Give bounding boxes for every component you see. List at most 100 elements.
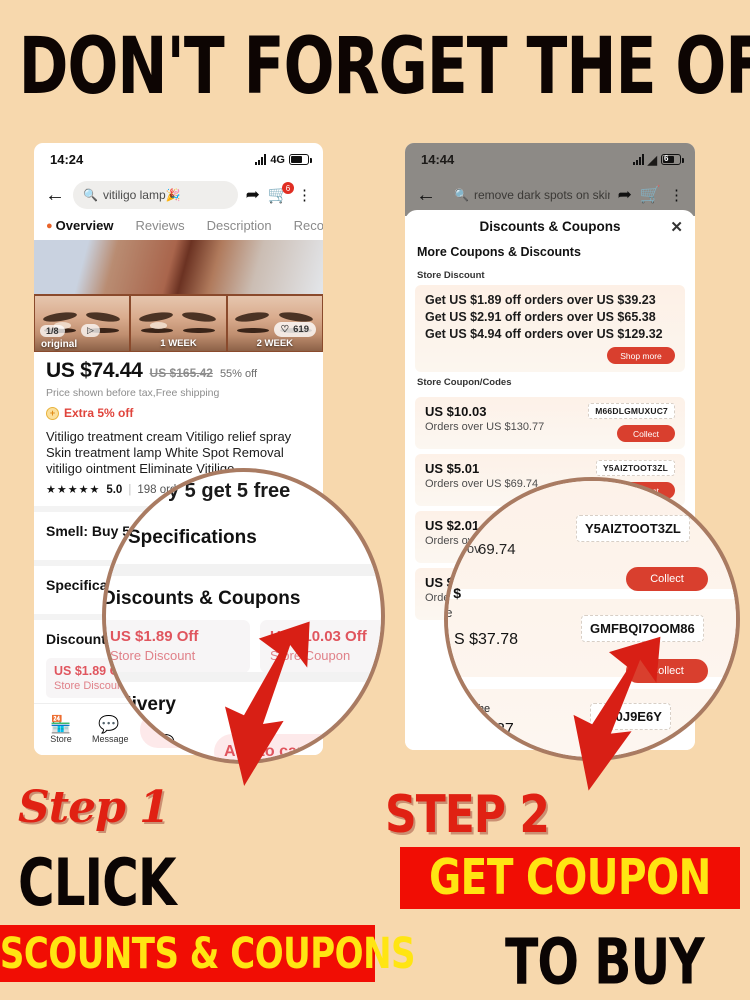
step1-banner-text: DISCOUNTS & COUPONS — [0, 928, 416, 979]
cart-icon[interactable]: 🛒 6 — [268, 182, 294, 205]
step1-label: Step 1 — [18, 782, 170, 833]
offer-line: Get US $1.89 off orders over US $39.23 — [425, 293, 656, 307]
share-icon[interactable]: ➦ — [246, 185, 260, 205]
search-value: vitiligo lamp🎉 — [102, 188, 181, 202]
battery-icon — [289, 154, 312, 165]
message-button[interactable]: 💬 Message — [92, 715, 129, 744]
step2-action: TO BUY — [505, 925, 705, 1000]
signal-icon — [255, 154, 267, 165]
product-title: Vitiligo treatment cream Vitiligo relief… — [46, 429, 292, 476]
gallery-week2-label: 2 WEEK — [256, 338, 294, 349]
location-pin-icon: ◎ — [349, 702, 363, 719]
likes-count: 619 — [293, 324, 309, 335]
message-label: Message — [92, 733, 129, 744]
coupon-code[interactable]: M66DLGMUXUC7 — [588, 403, 675, 419]
store-discount-card: Get US $1.89 off orders over US $39.23 G… — [415, 285, 685, 372]
heart-icon: ♡ — [280, 324, 290, 335]
battery-icon: 6 — [661, 154, 684, 165]
store-discount-section-label: Store Discount — [417, 270, 485, 281]
star-rating-icon: ★★★★★ — [46, 484, 101, 496]
step2-label: STEP 2 — [385, 785, 550, 846]
magnified-orders-partial: de — [445, 605, 453, 620]
gallery-thumb-week1[interactable]: 1 WEEK — [130, 294, 227, 352]
search-input[interactable]: 🔍 remove dark spots on skin — [444, 181, 610, 209]
store-label: Store — [50, 733, 72, 744]
tab-overview[interactable]: ● Overview — [46, 218, 113, 233]
tab-bar: ● Overview Reviews Description Reco — [34, 216, 323, 240]
step1-arrow-icon — [195, 600, 335, 790]
page-title: DON'T FORGET THE OFFERS — [18, 20, 750, 112]
collect-button[interactable]: Collect — [617, 425, 675, 442]
magnified-delivery: Delivery — [102, 694, 176, 715]
gallery-counter: 1/8 — [40, 325, 65, 337]
separator: | — [128, 483, 132, 496]
magnified-condition: ders ov — [445, 541, 481, 556]
tab-overview-label: Overview — [55, 218, 114, 233]
cart-badge: 6 — [282, 182, 294, 194]
offer-line: Get US $4.94 off orders over US $129.32 — [425, 327, 663, 341]
more-dots-icon[interactable]: ⋮ — [297, 186, 312, 204]
modal-title: Discounts & Coupons — [479, 219, 621, 234]
tab-reviews[interactable]: Reviews — [135, 218, 184, 233]
coupon-card: US $10.03 Orders over US $130.77 M66DLGM… — [415, 397, 685, 449]
search-icon: 🔍 — [83, 188, 98, 202]
store-button[interactable]: 🏪 Store — [44, 714, 78, 744]
magnified-message-label: essage — [144, 756, 180, 764]
tab-description[interactable]: Description — [207, 218, 272, 233]
buy-now-button[interactable] — [362, 734, 381, 760]
nav-bar: ← 🔍 vitiligo lamp🎉 ➦ 🛒 6 ⋮ — [34, 176, 323, 216]
magnified-specifications: Specifications — [128, 527, 257, 548]
modal-subtitle: More Coupons & Discounts — [417, 245, 581, 259]
magnified-threshold: 69.74 — [478, 541, 516, 558]
share-icon[interactable]: ➦ — [618, 185, 632, 205]
signal-icon — [632, 154, 644, 165]
step1-banner: DISCOUNTS & COUPONS — [0, 925, 416, 982]
magnified-collect-button-1[interactable]: Collect — [626, 567, 708, 591]
tax-note: Price shown before tax,Free shipping — [46, 387, 220, 399]
modal-header: Discounts & Coupons ✕ — [405, 210, 695, 242]
step2-banner: GET COUPON — [400, 847, 740, 909]
magnified-amount-partial: S $ — [448, 585, 462, 601]
magnified-underline — [490, 743, 512, 747]
magnified-promo-text: y 5 get 5 free — [168, 480, 291, 502]
location-pin-icon: ● — [46, 219, 53, 232]
tab-recommendations[interactable]: Reco — [294, 218, 323, 233]
product-gallery[interactable]: 1/8 ▷ original 1 WEEK 2 WEEK ♡ 619 — [34, 240, 323, 352]
product-price: US $74.44 — [46, 359, 143, 382]
likes-badge[interactable]: ♡ 619 — [273, 322, 316, 337]
product-old-price: US $165.42 — [149, 366, 213, 380]
gallery-hero-image — [34, 240, 323, 294]
product-discount-pct: 55% off — [219, 368, 258, 380]
magnified-divider — [106, 564, 381, 576]
status-bar: 14:44 ◢ 6 — [405, 143, 695, 176]
network-label: 4G — [270, 153, 285, 166]
coin-icon: + — [46, 406, 59, 420]
cart-icon[interactable]: 🛒 — [640, 185, 661, 205]
step1-action: CLICK — [18, 845, 177, 921]
rating-value: 5.0 — [106, 483, 123, 496]
more-dots-icon[interactable]: ⋮ — [669, 186, 684, 204]
gallery-thumb-original[interactable]: 1/8 ▷ original — [34, 294, 131, 352]
magnified-number: 27 — [496, 721, 514, 738]
coupon-code[interactable]: Y5AIZTOOT3ZL — [595, 460, 675, 476]
search-value: remove dark spots on skin — [473, 188, 610, 202]
search-icon: 🔍 — [454, 188, 469, 202]
gallery-week1-label: 1 WEEK — [160, 338, 197, 349]
magnified-coupon-code-1[interactable]: Y5AIZTOOT3ZL — [576, 515, 690, 542]
back-arrow-icon[interactable]: ← — [416, 185, 436, 205]
store-icon: 🏪 — [50, 714, 72, 734]
offer-line: Get US $2.91 off orders over US $65.38 — [425, 310, 656, 324]
gallery-thumb-week2[interactable]: 2 WEEK ♡ 619 — [226, 294, 323, 352]
play-icon[interactable]: ▷ — [81, 324, 100, 337]
magnified-checkout-partial: Che — [470, 703, 491, 715]
close-icon[interactable]: ✕ — [670, 218, 683, 236]
extra-discount-label: Extra 5% off — [64, 406, 134, 420]
shop-more-button[interactable]: Shop more — [607, 347, 675, 364]
step2-banner-text: GET COUPON — [429, 849, 711, 907]
extra-discount-badge: + Extra 5% off — [46, 406, 311, 420]
back-arrow-icon[interactable]: ← — [45, 185, 65, 205]
status-time: 14:44 — [421, 152, 455, 167]
store-coupon-section-label: Store Coupon/Codes — [417, 377, 512, 388]
search-input[interactable]: 🔍 vitiligo lamp🎉 — [73, 181, 238, 209]
battery-level: 6 — [664, 154, 669, 163]
